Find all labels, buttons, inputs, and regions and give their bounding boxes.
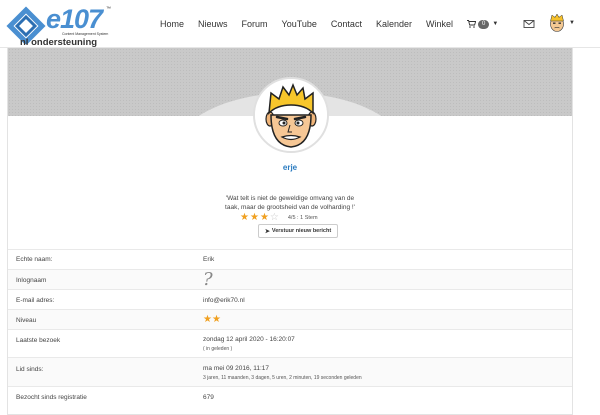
- send-message-button[interactable]: ➤ Verstuur nieuw bericht: [258, 224, 338, 238]
- rating[interactable]: ★ ★ ★ ☆ 4/5 : 1 Stem: [240, 213, 318, 223]
- profile-avatar: [253, 77, 329, 153]
- detail-label: E-mail adres:: [16, 297, 55, 304]
- star-icon[interactable]: ★: [240, 213, 249, 223]
- star-empty-icon[interactable]: ☆: [270, 213, 279, 223]
- detail-subvalue: ( in geleden ): [203, 346, 233, 352]
- table-row: Lid sinds: ma mei 09 2016, 11:17 3 jaren…: [8, 357, 572, 386]
- logo-trademark: ™: [106, 6, 111, 12]
- send-message-label: Verstuur nieuw bericht: [271, 228, 332, 234]
- profile-card: erje 'Wat telt is niet de geweldige omva…: [7, 48, 573, 415]
- user-menu[interactable]: ▼: [548, 13, 575, 33]
- level-stars-icon: ★★: [203, 314, 221, 325]
- detail-label: Echte naam:: [16, 256, 53, 263]
- cart-dropdown[interactable]: 0 ▼: [467, 19, 499, 29]
- table-row: Inlognaam ?: [8, 269, 572, 290]
- detail-value: 679: [203, 394, 214, 401]
- detail-value: Erik: [203, 256, 215, 263]
- table-row: Laatste bezoek zondag 12 april 2020 - 16…: [8, 329, 572, 357]
- profile-details-table: Echte naam: Erik Inlognaam ? E-mail adre…: [8, 249, 572, 408]
- logo-wordmark: e107: [46, 4, 103, 34]
- detail-value: ma mei 09 2016, 11:17: [203, 365, 270, 372]
- rating-text: 4/5 : 1 Stem: [287, 215, 318, 221]
- table-row: Echte naam: Erik: [8, 249, 572, 269]
- table-row: Bezocht sinds registratie 679: [8, 386, 572, 408]
- detail-value[interactable]: info@erik70.nl: [203, 297, 245, 304]
- paper-plane-icon: ➤: [264, 228, 270, 235]
- detail-label: Niveau: [16, 317, 37, 324]
- star-icon[interactable]: ★: [260, 213, 269, 223]
- chevron-down-icon: ▼: [569, 20, 575, 26]
- main-nav: Home Nieuws Forum YouTube Contact Kalend…: [160, 0, 498, 48]
- profile-quote: 'Wat telt is niet de geweldige omvang va…: [225, 195, 355, 211]
- nav-winkel[interactable]: Winkel: [426, 19, 453, 29]
- table-row: E-mail adres: info@erik70.nl: [8, 289, 572, 309]
- detail-value: ?: [203, 269, 213, 290]
- nav-kalender[interactable]: Kalender: [376, 19, 412, 29]
- logo-community: nl ondersteuning: [20, 37, 98, 48]
- nav-nieuws[interactable]: Nieuws: [198, 19, 228, 29]
- page-margin: [574, 48, 600, 415]
- chevron-down-icon: ▼: [492, 21, 499, 27]
- detail-label: Laatste bezoek: [16, 337, 61, 344]
- star-icon[interactable]: ★: [250, 213, 259, 223]
- profile-username[interactable]: erje: [8, 163, 572, 172]
- detail-value: zondag 12 april 2020 - 16:20:07: [203, 336, 295, 343]
- detail-label: Inlognaam: [16, 277, 47, 284]
- detail-label: Lid sinds:: [16, 366, 44, 373]
- logo-subtitle: Content Management System: [62, 32, 109, 36]
- nav-home[interactable]: Home: [160, 19, 184, 29]
- user-avatar-icon: [550, 13, 564, 32]
- cart-count-badge: 0: [478, 19, 490, 29]
- nav-youtube[interactable]: YouTube: [282, 19, 317, 29]
- table-row: Niveau ★★: [8, 309, 572, 329]
- detail-label: Bezocht sinds registratie: [16, 394, 87, 401]
- navbar: e107 ™ Content Management System nl onde…: [0, 0, 600, 48]
- mail-icon[interactable]: [523, 18, 535, 30]
- site-logo[interactable]: e107 ™ Content Management System nl onde…: [6, 4, 126, 48]
- nav-contact[interactable]: Contact: [331, 19, 362, 29]
- cart-icon: [467, 20, 476, 28]
- detail-subvalue: 3 jaren, 11 maanden, 3 dagen, 5 uren, 2 …: [203, 375, 362, 381]
- user-avatar-icon: [255, 79, 327, 151]
- nav-forum[interactable]: Forum: [242, 19, 268, 29]
